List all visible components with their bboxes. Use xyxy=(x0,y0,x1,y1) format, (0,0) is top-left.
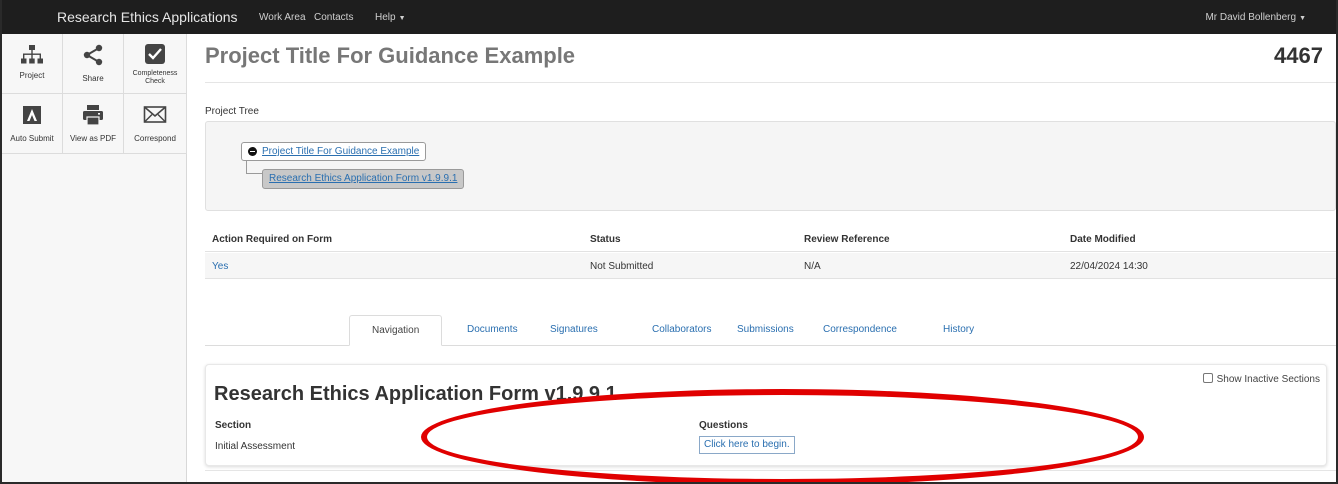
tab-history[interactable]: History xyxy=(943,315,974,346)
tab-correspondence[interactable]: Correspondence xyxy=(823,315,897,346)
top-navbar: Research Ethics Applications Work Area C… xyxy=(0,0,1338,34)
section-column-header: Section xyxy=(215,420,252,431)
nav-help-label: Help xyxy=(375,12,396,23)
tree-node-project[interactable]: Project Title For Guidance Example xyxy=(241,142,427,161)
envelope-icon xyxy=(143,106,167,123)
user-menu[interactable]: Mr David Bollenberg ▼ xyxy=(1205,12,1306,23)
auto-submit-icon xyxy=(23,106,41,124)
status-value: Not Submitted xyxy=(590,261,654,272)
page-title: Project Title For Guidance Example xyxy=(205,43,576,68)
project-button[interactable]: Project xyxy=(2,34,63,94)
completeness-check-label: Completeness Check xyxy=(132,70,178,85)
nav-help[interactable]: Help ▼ xyxy=(375,12,406,23)
tree-connector xyxy=(246,161,262,174)
show-inactive-checkbox[interactable] xyxy=(1202,373,1213,383)
header-action-required: Action Required on Form xyxy=(212,234,332,245)
date-modified-value: 22/04/2024 14:30 xyxy=(1070,261,1148,272)
tab-signatures[interactable]: Signatures xyxy=(550,315,598,346)
review-reference-value: N/A xyxy=(804,261,821,272)
tree-node-project-link[interactable]: Project Title For Guidance Example xyxy=(262,146,419,157)
completeness-check-button[interactable]: Completeness Check xyxy=(124,34,187,94)
auto-submit-label: Auto Submit xyxy=(10,134,54,143)
correspond-button[interactable]: Correspond xyxy=(124,94,187,154)
chevron-down-icon: ▼ xyxy=(398,15,406,22)
auto-submit-button[interactable]: Auto Submit xyxy=(2,94,63,154)
share-icon xyxy=(83,44,103,66)
share-label: Share xyxy=(82,74,104,83)
project-tree: Project Title For Guidance Example Resea… xyxy=(205,121,1336,211)
tab-navigation[interactable]: Navigation xyxy=(349,315,443,346)
sitemap-icon xyxy=(21,45,43,64)
tab-collaborators[interactable]: Collaborators xyxy=(652,315,711,346)
action-toolbar: Project Share Completeness Check Auto Su… xyxy=(2,34,187,484)
project-id: 4467 xyxy=(1274,43,1323,68)
begin-button[interactable]: Click here to begin. xyxy=(699,436,795,454)
action-required-link[interactable]: Yes xyxy=(212,261,228,272)
table-row: Yes Not Submitted N/A 22/04/2024 14:30 xyxy=(205,253,1336,279)
form-title: Research Ethics Application Form v1.9.9.… xyxy=(214,383,617,405)
tab-submissions[interactable]: Submissions xyxy=(737,315,794,346)
divider xyxy=(205,82,1336,83)
checkbox-icon xyxy=(145,44,165,64)
chevron-down-icon: ▼ xyxy=(1299,15,1306,22)
show-inactive-label: Show Inactive Sections xyxy=(1216,374,1320,385)
tree-node-form[interactable]: Research Ethics Application Form v1.9.9.… xyxy=(262,169,465,189)
project-label: Project xyxy=(19,71,45,80)
correspond-label: Correspond xyxy=(134,134,176,143)
share-button[interactable]: Share xyxy=(63,34,124,94)
tab-documents[interactable]: Documents xyxy=(467,315,518,346)
header-status: Status xyxy=(590,234,621,245)
section-initial-assessment: Initial Assessment xyxy=(215,441,296,452)
show-inactive-sections[interactable]: Show Inactive Sections xyxy=(1202,373,1320,385)
divider xyxy=(205,470,1336,471)
form-navigation-panel: Research Ethics Application Form v1.9.9.… xyxy=(205,364,1327,466)
collapse-icon[interactable] xyxy=(248,147,257,156)
questions-column-header: Questions xyxy=(699,420,748,431)
project-tree-label: Project Tree xyxy=(205,106,259,117)
user-name: Mr David Bollenberg xyxy=(1205,12,1297,23)
nav-contacts[interactable]: Contacts xyxy=(314,12,353,23)
tab-bar: Navigation Documents Signatures Collabor… xyxy=(205,315,1336,346)
header-date-modified: Date Modified xyxy=(1070,234,1136,245)
tree-node-form-link[interactable]: Research Ethics Application Form v1.9.9.… xyxy=(269,173,457,184)
app-brand[interactable]: Research Ethics Applications xyxy=(57,9,238,25)
table-header: Action Required on Form Status Review Re… xyxy=(205,226,1336,252)
header-review-reference: Review Reference xyxy=(804,234,890,245)
view-as-pdf-button[interactable]: View as PDF xyxy=(63,94,124,154)
printer-icon xyxy=(83,105,103,126)
view-as-pdf-label: View as PDF xyxy=(69,134,117,143)
nav-work-area[interactable]: Work Area xyxy=(259,12,306,23)
